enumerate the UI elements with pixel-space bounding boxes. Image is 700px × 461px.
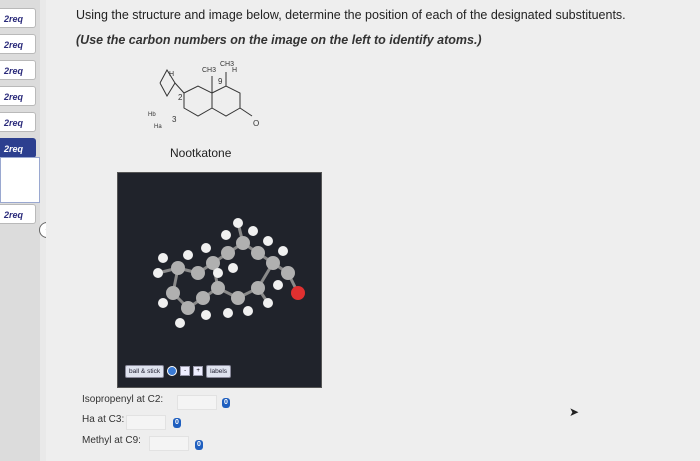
oxygen-atom <box>291 286 305 300</box>
answer-label-ha: Ha at C3: <box>82 414 125 425</box>
sidebar-tab-1[interactable]: 2req <box>0 8 36 28</box>
label-h-top: H <box>169 71 174 78</box>
label-c2: 2 <box>178 93 183 102</box>
answer-label-methyl: Methyl at C9: <box>82 435 141 446</box>
molecule-caption: Nootkatone <box>170 146 232 160</box>
ball-and-stick-button[interactable]: ball & stick <box>125 364 165 378</box>
answer-field-methyl[interactable] <box>149 436 189 451</box>
mouse-cursor-icon: ➤ <box>569 405 580 419</box>
viewer-controls: ball & stick - + labels <box>125 364 232 378</box>
answer-field-ha[interactable] <box>126 415 166 430</box>
label-ch3-left: CH3 <box>202 67 216 74</box>
zoom-out-button[interactable]: - <box>180 366 191 376</box>
zoom-in-button[interactable]: + <box>193 366 204 376</box>
label-ch3-top: CH3 <box>220 61 234 68</box>
sidebar-tab-5[interactable]: 2req <box>0 112 36 132</box>
active-tab-panel <box>0 157 40 203</box>
info-badge-icon[interactable]: 0 <box>222 398 230 408</box>
info-badge-icon[interactable]: 0 <box>195 440 203 450</box>
molecule-ball-stick-model[interactable] <box>118 173 321 363</box>
sidebar-tab-2[interactable]: 2req <box>0 34 36 54</box>
sidebar: 2req 2req 2req 2req 2req 2req 2req <box>0 0 40 461</box>
question-text: Using the structure and image below, det… <box>76 8 626 22</box>
question-instruction: (Use the carbon numbers on the image on … <box>76 33 482 47</box>
info-badge-icon[interactable]: 0 <box>173 418 181 428</box>
help-icon[interactable] <box>167 366 178 376</box>
label-hb: Hb <box>148 112 156 118</box>
label-ha: Ha <box>154 124 162 130</box>
sidebar-tab-4[interactable]: 2req <box>0 86 36 106</box>
sidebar-tab-3[interactable]: 2req <box>0 60 36 80</box>
nootkatone-structure: H CH3 H CH3 2 9 Hb Ha 3 O <box>148 61 259 130</box>
answer-label-isopropenyl: Isopropenyl at C2: <box>82 394 164 405</box>
answer-field-isopropenyl[interactable] <box>177 395 217 410</box>
label-c9: 9 <box>218 77 223 86</box>
molecule-3d-viewer[interactable] <box>117 172 322 388</box>
labels-button[interactable]: labels <box>206 364 232 378</box>
label-h-right: H <box>232 67 237 74</box>
sidebar-tab-7[interactable]: 2req <box>0 204 36 224</box>
label-oxygen: O <box>253 119 259 128</box>
label-c3: 3 <box>172 115 177 124</box>
sidebar-tab-6-active[interactable]: 2req <box>0 138 36 158</box>
